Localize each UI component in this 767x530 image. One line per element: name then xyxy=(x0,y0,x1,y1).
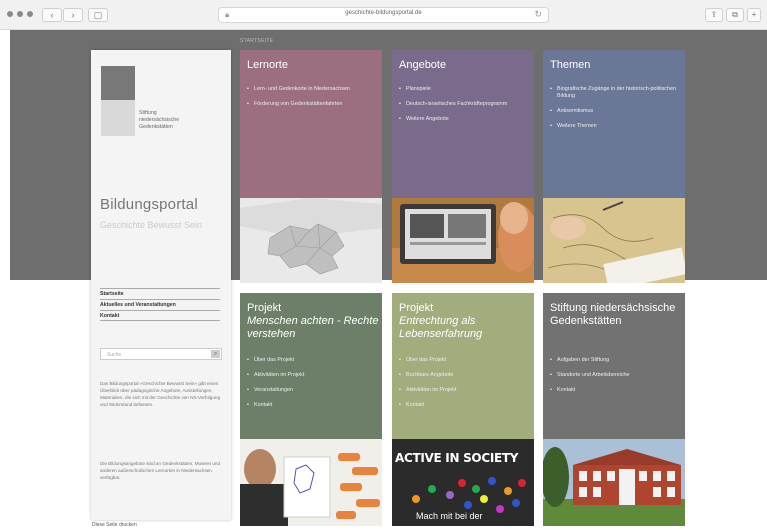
workshop-illustration xyxy=(240,439,382,526)
tabs-button[interactable]: ⧉ xyxy=(726,8,744,22)
sidebar-toggle-button[interactable]: ▢ xyxy=(88,8,108,22)
tile-link[interactable]: Weitere Themen xyxy=(550,123,680,130)
search-icon[interactable]: ⌕ xyxy=(211,350,220,358)
map-image[interactable] xyxy=(240,198,382,283)
tile-title[interactable]: Angebote xyxy=(399,59,446,72)
sidebar-nav: Startseite Aktuelles und Veranstaltungen… xyxy=(100,288,220,321)
tile-title-italic: Entrechtung als Lebenserfahrung xyxy=(399,315,483,340)
tile-link[interactable]: Standorte und Arbeitsbereiche xyxy=(550,372,680,379)
writing-illustration xyxy=(543,198,685,283)
forward-button[interactable]: › xyxy=(63,8,83,22)
tile-projekt-entrechtung[interactable]: ProjektEntrechtung als Lebenserfahrung Ü… xyxy=(392,293,534,526)
share-button[interactable]: ⇪ xyxy=(705,8,723,22)
tile-link[interactable]: Aktivitäten im Projekt xyxy=(399,387,529,394)
tile-links: Biografische Zugänge in der historisch-p… xyxy=(550,86,680,138)
active-in-society-photo[interactable]: ACTIVE IN SOCIETY Mach mit bei der xyxy=(392,439,534,526)
tile-title-italic: Menschen achten - Rechte verstehen xyxy=(247,315,379,340)
tile-links: Über das Projekt Aktivitäten im Projekt … xyxy=(247,357,377,417)
logo-mark-bottom[interactable] xyxy=(101,100,135,136)
tile-link[interactable]: Über das Projekt xyxy=(399,357,529,364)
tile-link[interactable]: Buchbare Angebote xyxy=(399,372,529,379)
tile-link[interactable]: Über das Projekt xyxy=(247,357,377,364)
tile-projekt-menschen[interactable]: Projekt Menschen achten - Rechte verstehe… xyxy=(240,293,382,526)
tile-title[interactable]: Projekt Menschen achten - Rechte verstehe… xyxy=(247,302,382,341)
reload-button[interactable]: ↻ xyxy=(534,9,542,20)
map-illustration xyxy=(240,198,382,283)
window-controls[interactable] xyxy=(7,11,33,17)
sidebar-item-kontakt[interactable]: Kontakt xyxy=(100,310,220,321)
tile-link[interactable]: Antisemitismus xyxy=(550,108,680,115)
tile-themen[interactable]: Themen Biografische Zugänge in der histo… xyxy=(543,50,685,283)
site-subtitle: Geschichte Bewusst Sein xyxy=(100,220,203,230)
tile-links: Lern- und Gedenkorte in Niedersachsen Fö… xyxy=(247,86,377,116)
intro-text: Das Bildungsportal »Geschichte Bewusst S… xyxy=(100,381,221,407)
tile-link[interactable]: Kontakt xyxy=(247,402,377,409)
sidebar: Stiftung niedersächsische Gedenkstätten … xyxy=(91,50,231,520)
sign-subtext: Mach mit bei der xyxy=(416,511,483,521)
tile-link[interactable]: Planspiele xyxy=(399,86,529,93)
tablet-illustration xyxy=(392,198,534,283)
writing-photo[interactable] xyxy=(543,198,685,283)
search-input[interactable]: Suche ⌕ xyxy=(100,348,222,360)
tile-link[interactable]: Kontakt xyxy=(399,402,529,409)
tile-link[interactable]: Aktivitäten im Projekt xyxy=(247,372,377,379)
breadcrumb[interactable]: STARTSEITE xyxy=(240,38,273,44)
sidebar-item-startseite[interactable]: Startseite xyxy=(100,288,220,299)
tile-link[interactable]: Aufgaben der Stiftung xyxy=(550,357,680,364)
site-title[interactable]: Bildungsportal xyxy=(100,196,198,213)
tile-angebote[interactable]: Angebote Planspiele Deutsch-israelisches… xyxy=(392,50,534,283)
tile-title[interactable]: Projekt Entrechtung als Lebenserfahrung xyxy=(399,302,534,341)
intro-text-2: Die Bildungsangebote sind an Gedenkstätt… xyxy=(100,461,221,480)
tile-link[interactable]: Veranstaltungen xyxy=(247,387,377,394)
tile-links: Planspiele Deutsch-israelisches Fachkräf… xyxy=(399,86,529,131)
tile-title[interactable]: Themen xyxy=(550,59,590,72)
address-bar[interactable]: 🔒︎ geschichte-bildungsportal.de ↻ xyxy=(218,7,549,23)
url-text[interactable]: geschichte-bildungsportal.de xyxy=(219,10,548,16)
search-placeholder: Suche xyxy=(107,352,122,358)
tile-lernorte[interactable]: Lernorte Lern- und Gedenkorte in Nieders… xyxy=(240,50,382,283)
tile-title-main: Projekt xyxy=(247,302,282,314)
tablet-photo[interactable] xyxy=(392,198,534,283)
print-link[interactable]: Diese Seite drucken xyxy=(92,522,137,528)
tile-title-main: Projekt xyxy=(399,302,434,314)
tile-links: Über das Projekt Buchbare Angebote Aktiv… xyxy=(399,357,529,417)
logo-mark-top[interactable] xyxy=(101,66,135,100)
sidebar-item-aktuelles[interactable]: Aktuelles und Veranstaltungen xyxy=(100,299,220,310)
browser-toolbar: ‹ › ▢ 🔒︎ geschichte-bildungsportal.de ↻ … xyxy=(0,0,767,30)
tile-title[interactable]: Stiftung niedersächsische Gedenkstätten xyxy=(550,302,678,328)
workshop-photo[interactable] xyxy=(240,439,382,526)
tile-title[interactable]: Lernorte xyxy=(247,59,288,72)
tile-link[interactable]: Biografische Zugänge in der historisch-p… xyxy=(550,86,680,100)
building-photo[interactable] xyxy=(543,439,685,526)
back-button[interactable]: ‹ xyxy=(42,8,62,22)
tile-stiftung[interactable]: Stiftung niedersächsische Gedenkstätten … xyxy=(543,293,685,526)
new-tab-button[interactable]: + xyxy=(747,8,761,22)
tile-link[interactable]: Weitere Angebote xyxy=(399,116,529,123)
tile-link[interactable]: Kontakt xyxy=(550,387,680,394)
tile-header xyxy=(240,50,382,198)
tile-link[interactable]: Lern- und Gedenkorte in Niedersachsen xyxy=(247,86,377,93)
building-illustration xyxy=(543,439,685,526)
tile-links: Aufgaben der Stiftung Standorte und Arbe… xyxy=(550,357,680,402)
tile-link[interactable]: Förderung von Gedenkstättenfahrten xyxy=(247,101,377,108)
logo-text[interactable]: Stiftung niedersächsische Gedenkstätten xyxy=(139,110,219,131)
tile-link[interactable]: Deutsch-israelisches Fachkräfteprogramm xyxy=(399,101,529,108)
